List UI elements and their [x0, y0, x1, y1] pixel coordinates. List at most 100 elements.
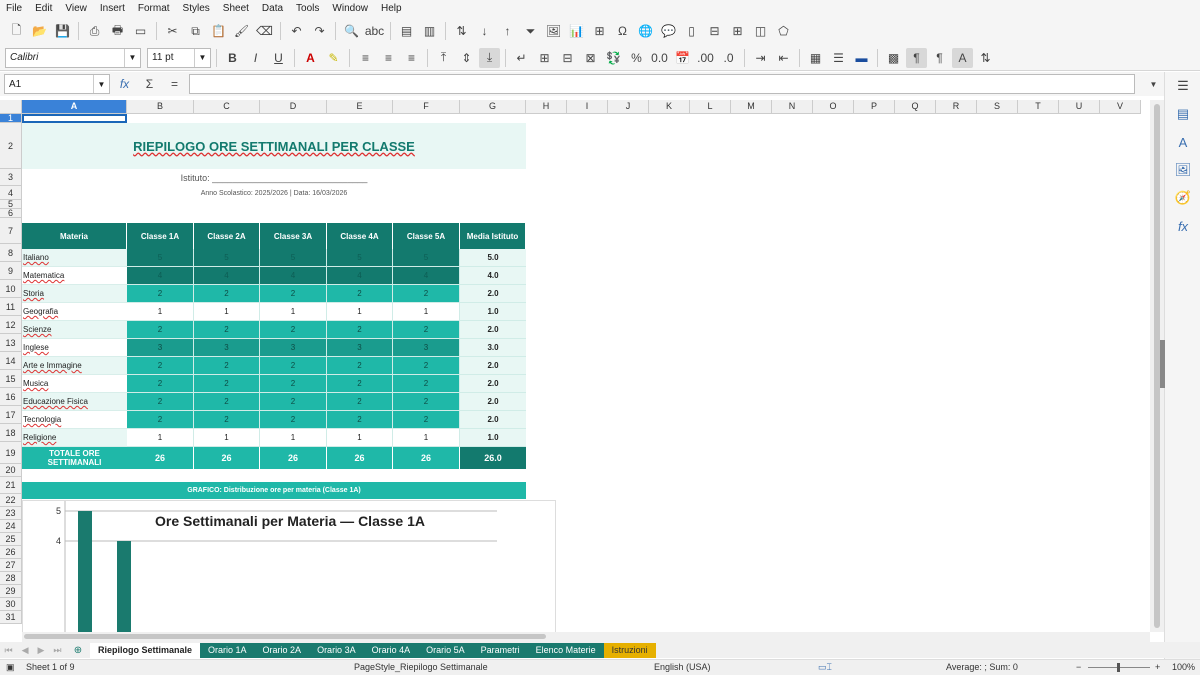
- row-header[interactable]: 26: [0, 546, 22, 559]
- align-top-icon[interactable]: ⤒: [433, 48, 454, 68]
- font-name-dropdown[interactable]: Calibri ▼: [5, 47, 141, 68]
- border-color-icon[interactable]: ▬: [851, 48, 872, 68]
- increase-indent-icon[interactable]: ⇥: [750, 48, 771, 68]
- prev-sheet-icon[interactable]: ◀: [22, 645, 29, 656]
- copy-icon[interactable]: ⧉: [185, 21, 206, 41]
- sheet-tab[interactable]: Orario 1A: [200, 642, 255, 658]
- right-to-left-icon[interactable]: ¶: [929, 48, 950, 68]
- cut-icon[interactable]: ✂: [162, 21, 183, 41]
- first-sheet-icon[interactable]: ⏮: [4, 645, 12, 656]
- number-format-icon[interactable]: 0.0: [649, 48, 670, 68]
- column-header-u[interactable]: U: [1059, 100, 1100, 114]
- expand-formula-bar-icon[interactable]: ▼: [1143, 74, 1164, 94]
- sheet-tab[interactable]: Orario 4A: [363, 642, 419, 658]
- chevron-down-icon[interactable]: ▼: [124, 48, 140, 67]
- text-vertical-icon[interactable]: ⇅: [975, 48, 996, 68]
- menu-styles[interactable]: Styles: [183, 3, 210, 14]
- column-header-m[interactable]: M: [731, 100, 772, 114]
- row-header[interactable]: 20: [0, 464, 22, 477]
- align-bottom-icon[interactable]: ⤓: [479, 47, 500, 68]
- row-header[interactable]: 1: [0, 114, 22, 123]
- sort-ascending-icon[interactable]: ↓: [474, 21, 495, 41]
- comment-icon[interactable]: 💬: [658, 21, 679, 41]
- underline-icon[interactable]: U: [268, 48, 289, 68]
- show-draw-functions-icon[interactable]: ⬠: [773, 21, 794, 41]
- undo-icon[interactable]: ↶: [286, 21, 307, 41]
- define-print-area-icon[interactable]: ⊟: [704, 21, 725, 41]
- sheet-tab[interactable]: Elenco Materie: [527, 642, 604, 658]
- chevron-down-icon[interactable]: ▼: [93, 75, 109, 93]
- row-header[interactable]: 9: [0, 262, 22, 280]
- print-icon[interactable]: 🖶: [107, 21, 128, 41]
- autofilter-icon[interactable]: ⏷: [520, 21, 541, 41]
- currency-icon[interactable]: 💱: [603, 48, 624, 68]
- sheet-tab[interactable]: Orario 5A: [418, 642, 473, 658]
- spelling-icon[interactable]: abc: [364, 21, 385, 41]
- row-header[interactable]: 6: [0, 209, 22, 218]
- row-header[interactable]: 4: [0, 186, 22, 200]
- row-header[interactable]: 11: [0, 298, 22, 316]
- row-header[interactable]: 19: [0, 442, 22, 464]
- save-status-icon[interactable]: ▣: [6, 662, 15, 673]
- sheet-tab[interactable]: Riepilogo Settimanale: [90, 642, 201, 658]
- merge-cells-icon[interactable]: ⊟: [557, 48, 578, 68]
- decrease-indent-icon[interactable]: ⇤: [773, 48, 794, 68]
- navigator-icon[interactable]: 🧭: [1165, 184, 1200, 212]
- column-header-o[interactable]: O: [813, 100, 854, 114]
- row-header[interactable]: 24: [0, 520, 22, 533]
- column-header-d[interactable]: D: [260, 100, 327, 114]
- open-icon[interactable]: 📂: [29, 21, 50, 41]
- chart-icon[interactable]: 📊: [566, 21, 587, 41]
- highlight-color-icon[interactable]: ✎: [323, 48, 344, 68]
- menu-window[interactable]: Window: [332, 3, 368, 14]
- save-icon[interactable]: 💾: [52, 21, 73, 41]
- column-header-r[interactable]: R: [936, 100, 977, 114]
- menu-view[interactable]: View: [65, 3, 87, 14]
- column-header-g[interactable]: G: [460, 100, 526, 114]
- freeze-rows-icon[interactable]: ⊞: [727, 21, 748, 41]
- styles-icon[interactable]: A: [1165, 128, 1200, 156]
- italic-icon[interactable]: I: [245, 48, 266, 68]
- date-format-icon[interactable]: 📅: [672, 48, 693, 68]
- merge-center-icon[interactable]: ⊞: [534, 48, 555, 68]
- add-decimal-icon[interactable]: .00: [695, 48, 716, 68]
- clone-format-icon[interactable]: 🖌: [231, 21, 252, 41]
- menu-tools[interactable]: Tools: [296, 3, 319, 14]
- column-header-c[interactable]: C: [194, 100, 260, 114]
- special-character-icon[interactable]: Ω: [612, 21, 633, 41]
- split-window-icon[interactable]: ◫: [750, 21, 771, 41]
- font-size-dropdown[interactable]: 11 pt ▼: [147, 47, 211, 68]
- menu-icon[interactable]: ☰: [1165, 72, 1200, 100]
- column-header-t[interactable]: T: [1018, 100, 1059, 114]
- function-wizard-icon[interactable]: fx: [114, 74, 135, 94]
- row-header[interactable]: 22: [0, 494, 22, 507]
- menu-insert[interactable]: Insert: [100, 3, 125, 14]
- header-footer-icon[interactable]: ▯: [681, 21, 702, 41]
- border-style-icon[interactable]: ☰: [828, 48, 849, 68]
- row-header[interactable]: 2: [0, 123, 22, 169]
- column-icon[interactable]: ▥: [419, 21, 440, 41]
- add-sheet-icon[interactable]: ⊕: [66, 643, 90, 658]
- redo-icon[interactable]: ↷: [309, 21, 330, 41]
- column-header-l[interactable]: L: [690, 100, 731, 114]
- menu-help[interactable]: Help: [381, 3, 402, 14]
- sort-icon[interactable]: ⇅: [451, 21, 472, 41]
- row-header[interactable]: 18: [0, 424, 22, 442]
- row-header[interactable]: 29: [0, 585, 22, 598]
- horizontal-scroll-thumb[interactable]: [24, 634, 546, 639]
- delete-decimal-icon[interactable]: .0: [718, 48, 739, 68]
- column-header-j[interactable]: J: [608, 100, 649, 114]
- row-header[interactable]: 17: [0, 406, 22, 424]
- new-icon[interactable]: 🗋: [6, 21, 27, 41]
- column-header-n[interactable]: N: [772, 100, 813, 114]
- chart-frame[interactable]: Ore Settimanali per Materia — Classe 1A …: [22, 500, 556, 632]
- column-header-b[interactable]: B: [127, 100, 194, 114]
- find-replace-icon[interactable]: 🔍: [341, 21, 362, 41]
- zoom-slider-thumb[interactable]: [1117, 663, 1120, 672]
- next-sheet-icon[interactable]: ▶: [37, 645, 44, 656]
- conditional-format-icon[interactable]: ▩: [883, 48, 904, 68]
- row-header[interactable]: 10: [0, 280, 22, 298]
- formula-icon[interactable]: =: [164, 74, 185, 94]
- row-header[interactable]: 28: [0, 572, 22, 585]
- column-header-i[interactable]: I: [567, 100, 608, 114]
